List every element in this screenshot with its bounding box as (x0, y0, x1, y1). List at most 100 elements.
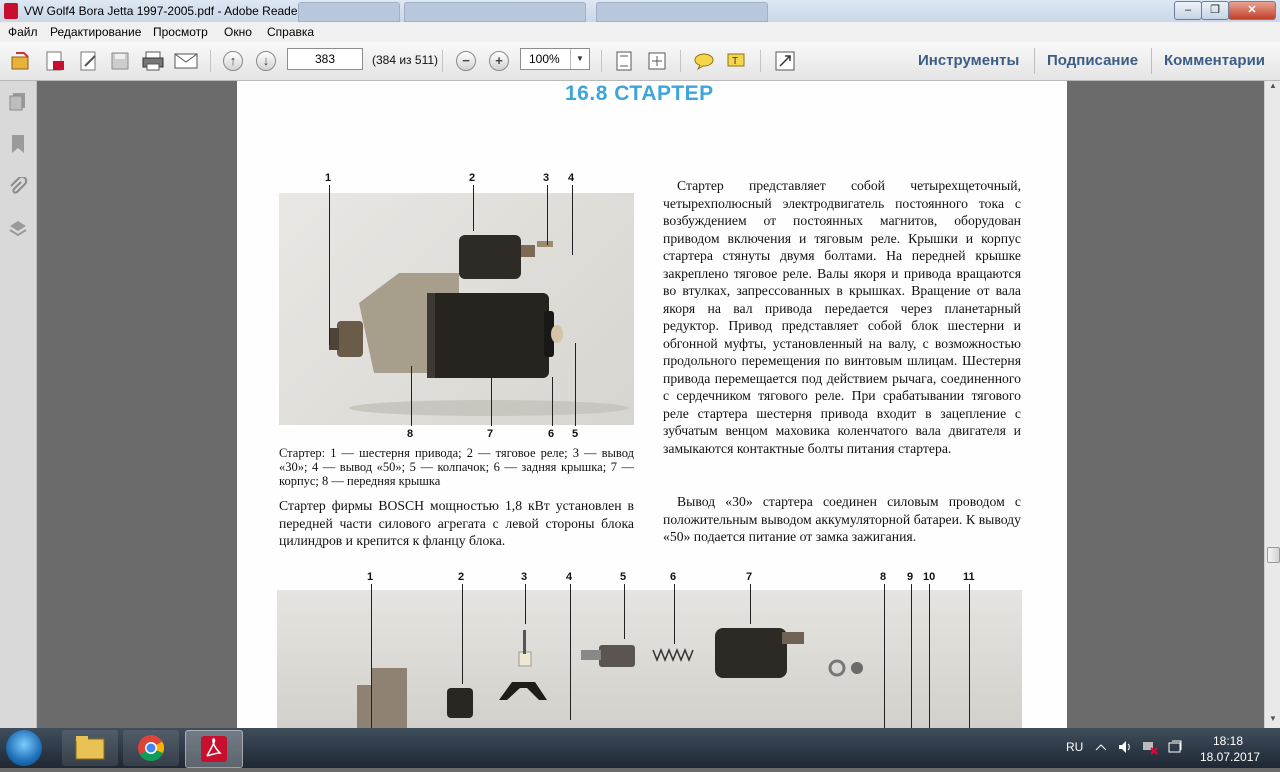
attachments-icon[interactable] (8, 175, 28, 197)
figure-callout: 3 (521, 571, 528, 583)
callout-line (674, 584, 675, 644)
email-icon[interactable] (174, 49, 198, 73)
callout-line (552, 377, 553, 426)
close-button[interactable]: ✕ (1228, 1, 1276, 20)
zoom-in-button[interactable]: + (487, 49, 511, 73)
toolbar-separator (1034, 48, 1035, 74)
network-icon[interactable] (1141, 739, 1159, 755)
tools-link[interactable]: Инструменты (918, 52, 1019, 69)
start-button[interactable] (6, 730, 42, 766)
toolbar-separator (210, 50, 211, 72)
vertical-scrollbar[interactable]: ▲ ▼ (1264, 81, 1280, 728)
figure-callout: 5 (572, 428, 579, 440)
callout-line (371, 584, 372, 728)
menu-help[interactable]: Справка (267, 25, 314, 39)
callout-line (329, 185, 330, 345)
restore-button[interactable]: ❐ (1201, 1, 1229, 20)
expand-icon[interactable] (773, 49, 797, 73)
language-indicator[interactable]: RU (1066, 740, 1083, 754)
arrow-up-icon: ↑ (223, 51, 243, 71)
document-page: 16.8 СТАРТЕР 1 2 3 4 8 7 6 5 Стартер: 1 … (237, 81, 1067, 728)
figure-callout: 4 (568, 172, 575, 184)
callout-line (572, 185, 573, 255)
toolbar-separator (1151, 48, 1152, 74)
figure-callout: 6 (548, 428, 555, 440)
full-screen-mode-icon[interactable] (645, 49, 669, 73)
highlight-icon[interactable]: T (725, 49, 749, 73)
menu-window[interactable]: Окно (224, 25, 252, 39)
figure-callout: 7 (487, 428, 494, 440)
toolbar-separator (442, 50, 443, 72)
callout-line (473, 185, 474, 231)
toolbar-separator (760, 50, 761, 72)
fit-page-icon[interactable] (612, 49, 636, 73)
paragraph: Стартер представляет собой четырехщеточн… (663, 178, 1021, 456)
save-icon[interactable] (108, 49, 132, 73)
paragraph: Стартер фирмы BOSCH мощностью 1,8 кВт ус… (279, 498, 634, 548)
show-hidden-icons-icon[interactable] (1095, 742, 1107, 752)
callout-line (411, 366, 412, 426)
menu-file[interactable]: Файл (8, 25, 38, 39)
background-tab[interactable] (298, 2, 400, 22)
chrome-taskbar-button[interactable] (123, 730, 179, 766)
background-tab[interactable] (404, 2, 586, 22)
sign-link[interactable]: Подписание (1047, 52, 1138, 69)
page-number-input[interactable] (287, 48, 363, 70)
action-center-icon[interactable] (1167, 739, 1183, 755)
page-count: (384 из 511) (372, 53, 439, 67)
scroll-up-icon[interactable]: ▲ (1265, 81, 1280, 95)
callout-line (491, 377, 492, 426)
adobe-reader-taskbar-button[interactable] (185, 730, 243, 768)
chevron-down-icon[interactable]: ▼ (570, 49, 589, 69)
prev-page-button[interactable]: ↑ (221, 49, 245, 73)
callout-line (911, 584, 912, 728)
comments-link[interactable]: Комментарии (1164, 52, 1265, 69)
callout-line (462, 584, 463, 684)
page-thumbnails-icon[interactable] (8, 91, 28, 111)
minimize-button[interactable]: ‒ (1174, 1, 1202, 20)
figure-callout: 4 (566, 571, 573, 583)
next-page-button[interactable]: ↓ (254, 49, 278, 73)
layers-icon[interactable] (8, 219, 28, 239)
callout-line (570, 584, 571, 720)
figure-callout: 3 (543, 172, 550, 184)
zoom-out-button[interactable]: − (454, 49, 478, 73)
open-icon[interactable] (9, 49, 33, 73)
section-heading: 16.8 СТАРТЕР (565, 82, 714, 105)
clock-date[interactable]: 18.07.2017 (1200, 750, 1260, 764)
menu-view[interactable]: Просмотр (153, 25, 208, 39)
background-tab[interactable] (596, 2, 768, 22)
callout-line (575, 343, 576, 426)
callout-line (547, 185, 548, 245)
adobe-reader-icon (4, 3, 18, 19)
figure-callout: 6 (670, 571, 677, 583)
clock-time[interactable]: 18:18 (1213, 734, 1243, 748)
menu-edit[interactable]: Редактирование (50, 25, 141, 39)
comment-icon[interactable] (692, 49, 716, 73)
taskbar: RU 18:18 18.07.2017 (0, 728, 1280, 768)
volume-icon[interactable] (1117, 739, 1133, 755)
svg-text:T: T (732, 56, 738, 67)
figure-callout: 1 (367, 571, 374, 583)
menu-bar: Файл Редактирование Просмотр Окно Справк… (0, 22, 1280, 43)
plus-icon: + (489, 51, 509, 71)
callout-line (624, 584, 625, 639)
figure-callout: 11 (963, 571, 975, 583)
create-pdf-icon[interactable] (43, 49, 67, 73)
callout-line (929, 584, 930, 728)
edit-icon[interactable] (77, 49, 101, 73)
figure-callout: 8 (407, 428, 414, 440)
callout-line (969, 584, 970, 728)
callout-line (884, 584, 885, 728)
zoom-value: 100% (529, 52, 560, 66)
starter-photo (279, 193, 634, 425)
figure-callout: 2 (469, 172, 476, 184)
scroll-down-icon[interactable]: ▼ (1265, 714, 1280, 728)
explorer-taskbar-button[interactable] (62, 730, 118, 766)
print-icon[interactable] (141, 49, 165, 73)
zoom-select[interactable]: 100% ▼ (520, 48, 590, 70)
figure-callout: 2 (458, 571, 465, 583)
bookmarks-icon[interactable] (8, 134, 28, 154)
scrollbar-thumb[interactable] (1267, 547, 1280, 563)
navigation-panel (0, 81, 37, 728)
